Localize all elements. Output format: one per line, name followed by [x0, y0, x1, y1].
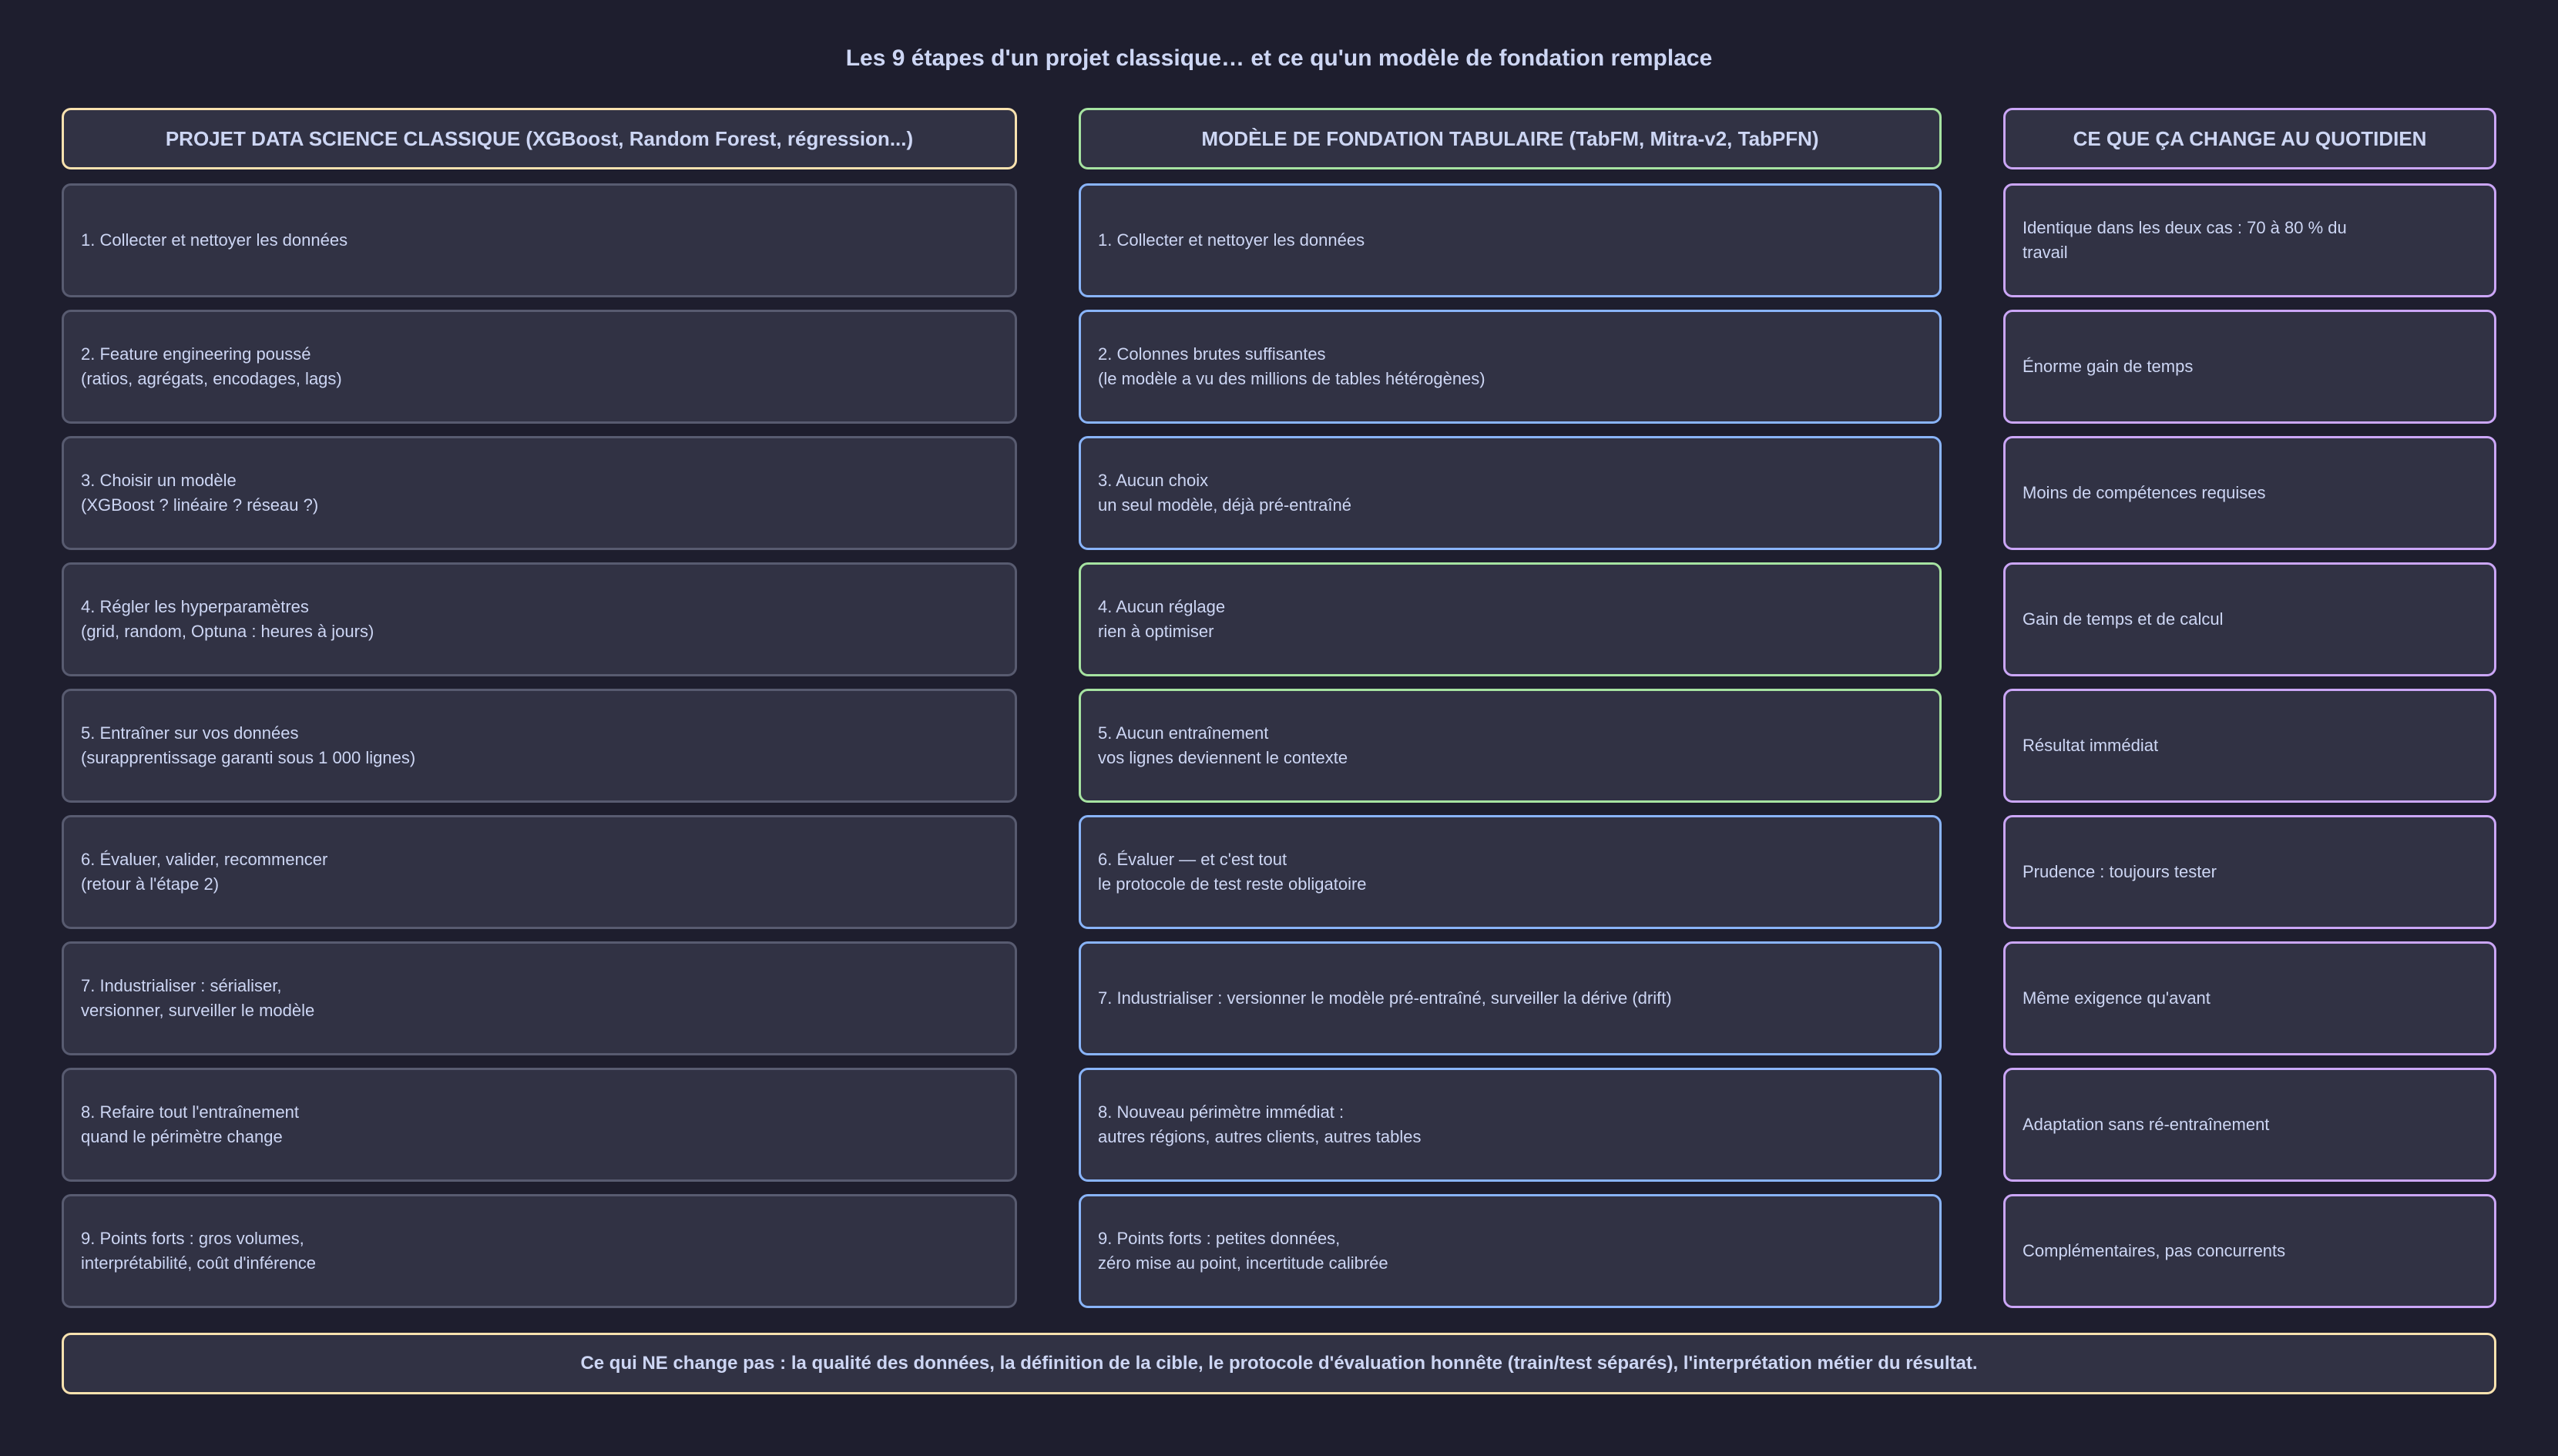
classic-step-5-line-2: (surapprentissage garanti sous 1 000 lig…: [81, 748, 416, 767]
foundation-step-1: 1. Collecter et nettoyer les données: [1079, 183, 1942, 297]
classic-step-7-line-2: versionner, surveiller le modèle: [81, 1001, 315, 1020]
foundation-step-1-line-1: 1. Collecter et nettoyer les données: [1098, 230, 1365, 250]
foundation-step-6-line-2: le protocole de test reste obligatoire: [1098, 874, 1367, 894]
classic-step-9-line-2: interprétabilité, coût d'inférence: [81, 1253, 317, 1273]
foundation-step-5: 5. Aucun entraînement vos lignes devienne…: [1079, 689, 1942, 803]
foundation-step-6: 6. Évaluer — et c'est tout le protocole d…: [1079, 815, 1942, 929]
change-step-8: Adaptation sans ré-entraînement: [2003, 1068, 2496, 1182]
classic-step-6-line-2: (retour à l'étape 2): [81, 874, 220, 894]
foundation-step-3-line-2: un seul modèle, déjà pré-entraîné: [1098, 495, 1351, 515]
classic-step-9: 9. Points forts : gros volumes, interprét…: [62, 1194, 1017, 1308]
foundation-step-5-line-2: vos lignes deviennent le contexte: [1098, 748, 1348, 767]
change-step-5: Résultat immédiat: [2003, 689, 2496, 803]
foundation-step-7-line-1: 7. Industrialiser : versionner le modèle…: [1098, 988, 1672, 1008]
foundation-step-9-line-1: 9. Points forts : petites données,: [1098, 1229, 1341, 1248]
column-change: CE QUE ÇA CHANGE AU QUOTIDIEN Identique …: [2003, 108, 2496, 1308]
change-step-8-line-1: Adaptation sans ré-entraînement: [2023, 1115, 2270, 1134]
cells-change: Identique dans les deux cas : 70 à 80 % …: [2003, 183, 2496, 1308]
classic-step-5: 5. Entraîner sur vos données (surapprenti…: [62, 689, 1017, 803]
classic-step-4: 4. Régler les hyperparamètres (grid, rand…: [62, 562, 1017, 676]
foundation-step-4-line-2: rien à optimiser: [1098, 622, 1214, 641]
classic-step-8-line-2: quand le périmètre change: [81, 1127, 283, 1146]
change-step-1-line-1: Identique dans les deux cas : 70 à 80 % …: [2023, 218, 2347, 237]
classic-step-6: 6. Évaluer, valider, recommencer (retour …: [62, 815, 1017, 929]
foundation-step-6-line-1: 6. Évaluer — et c'est tout: [1098, 850, 1287, 869]
change-step-1-line-2: travail: [2023, 243, 2068, 262]
classic-step-7: 7. Industrialiser : sérialiser, versionne…: [62, 941, 1017, 1055]
column-header-foundation: MODÈLE DE FONDATION TABULAIRE (TabFM, Mi…: [1079, 108, 1942, 169]
change-step-1: Identique dans les deux cas : 70 à 80 % …: [2003, 183, 2496, 297]
classic-step-2: 2. Feature engineering poussé (ratios, ag…: [62, 310, 1017, 424]
change-step-6: Prudence : toujours tester: [2003, 815, 2496, 929]
foundation-step-4: 4. Aucun réglage rien à optimiser: [1079, 562, 1942, 676]
classic-step-7-line-1: 7. Industrialiser : sérialiser,: [81, 976, 282, 995]
change-step-4: Gain de temps et de calcul: [2003, 562, 2496, 676]
change-step-6-line-1: Prudence : toujours tester: [2023, 862, 2217, 881]
foundation-step-7: 7. Industrialiser : versionner le modèle…: [1079, 941, 1942, 1055]
change-step-9: Complémentaires, pas concurrents: [2003, 1194, 2496, 1308]
classic-step-8: 8. Refaire tout l'entraînement quand le p…: [62, 1068, 1017, 1182]
diagram-title: Les 9 étapes d'un projet classique… et c…: [845, 45, 1713, 71]
foundation-step-2: 2. Colonnes brutes suffisantes (le modèle…: [1079, 310, 1942, 424]
classic-step-2-line-2: (ratios, agrégats, encodages, lags): [81, 369, 342, 388]
classic-step-3-line-2: (XGBoost ? linéaire ? réseau ?): [81, 495, 319, 515]
change-step-4-line-1: Gain de temps et de calcul: [2023, 609, 2224, 629]
classic-step-3: 3. Choisir un modèle (XGBoost ? linéaire …: [62, 436, 1017, 550]
classic-step-4-line-1: 4. Régler les hyperparamètres: [81, 597, 309, 616]
cells-classic: 1. Collecter et nettoyer les données 2. F…: [62, 183, 1017, 1308]
foundation-step-5-line-1: 5. Aucun entraînement: [1098, 723, 1269, 743]
column-header-change: CE QUE ÇA CHANGE AU QUOTIDIEN: [2003, 108, 2496, 169]
foundation-step-2-line-2: (le modèle a vu des millions de tables h…: [1098, 369, 1485, 388]
foundation-step-8: 8. Nouveau périmètre immédiat : autres ré…: [1079, 1068, 1942, 1182]
cells-foundation: 1. Collecter et nettoyer les données 2. C…: [1079, 183, 1942, 1308]
classic-step-4-line-2: (grid, random, Optuna : heures à jours): [81, 622, 374, 641]
change-step-3-line-1: Moins de compétences requises: [2023, 483, 2266, 502]
classic-step-6-line-1: 6. Évaluer, valider, recommencer: [81, 850, 328, 869]
classic-step-3-line-1: 3. Choisir un modèle: [81, 471, 237, 490]
classic-step-8-line-1: 8. Refaire tout l'entraînement: [81, 1102, 300, 1122]
footer-note: Ce qui NE change pas : la qualité des do…: [62, 1333, 2496, 1394]
change-step-7: Même exigence qu'avant: [2003, 941, 2496, 1055]
foundation-step-9-line-2: zéro mise au point, incertitude calibrée: [1098, 1253, 1388, 1273]
change-step-2-line-1: Énorme gain de temps: [2023, 357, 2194, 376]
change-step-7-line-1: Même exigence qu'avant: [2023, 988, 2211, 1008]
classic-step-9-line-1: 9. Points forts : gros volumes,: [81, 1229, 304, 1248]
foundation-step-3: 3. Aucun choix un seul modèle, déjà pré-e…: [1079, 436, 1942, 550]
column-foundation: MODÈLE DE FONDATION TABULAIRE (TabFM, Mi…: [1079, 108, 1942, 1308]
classic-step-5-line-1: 5. Entraîner sur vos données: [81, 723, 299, 743]
column-header-classic: PROJET DATA SCIENCE CLASSIQUE (XGBoost, …: [62, 108, 1017, 169]
foundation-step-8-line-1: 8. Nouveau périmètre immédiat :: [1098, 1102, 1344, 1122]
foundation-step-3-line-1: 3. Aucun choix: [1098, 471, 1209, 490]
classic-step-1-line-1: 1. Collecter et nettoyer les données: [81, 230, 348, 250]
foundation-step-9: 9. Points forts : petites données, zéro m…: [1079, 1194, 1942, 1308]
foundation-step-2-line-1: 2. Colonnes brutes suffisantes: [1098, 344, 1326, 364]
classic-step-1: 1. Collecter et nettoyer les données: [62, 183, 1017, 297]
change-step-3: Moins de compétences requises: [2003, 436, 2496, 550]
foundation-step-8-line-2: autres régions, autres clients, autres t…: [1098, 1127, 1422, 1146]
change-step-5-line-1: Résultat immédiat: [2023, 736, 2159, 755]
change-step-9-line-1: Complémentaires, pas concurrents: [2023, 1241, 2286, 1260]
column-classic: PROJET DATA SCIENCE CLASSIQUE (XGBoost, …: [62, 108, 1017, 1308]
foundation-step-4-line-1: 4. Aucun réglage: [1098, 597, 1226, 616]
change-step-2: Énorme gain de temps: [2003, 310, 2496, 424]
classic-step-2-line-1: 2. Feature engineering poussé: [81, 344, 311, 364]
